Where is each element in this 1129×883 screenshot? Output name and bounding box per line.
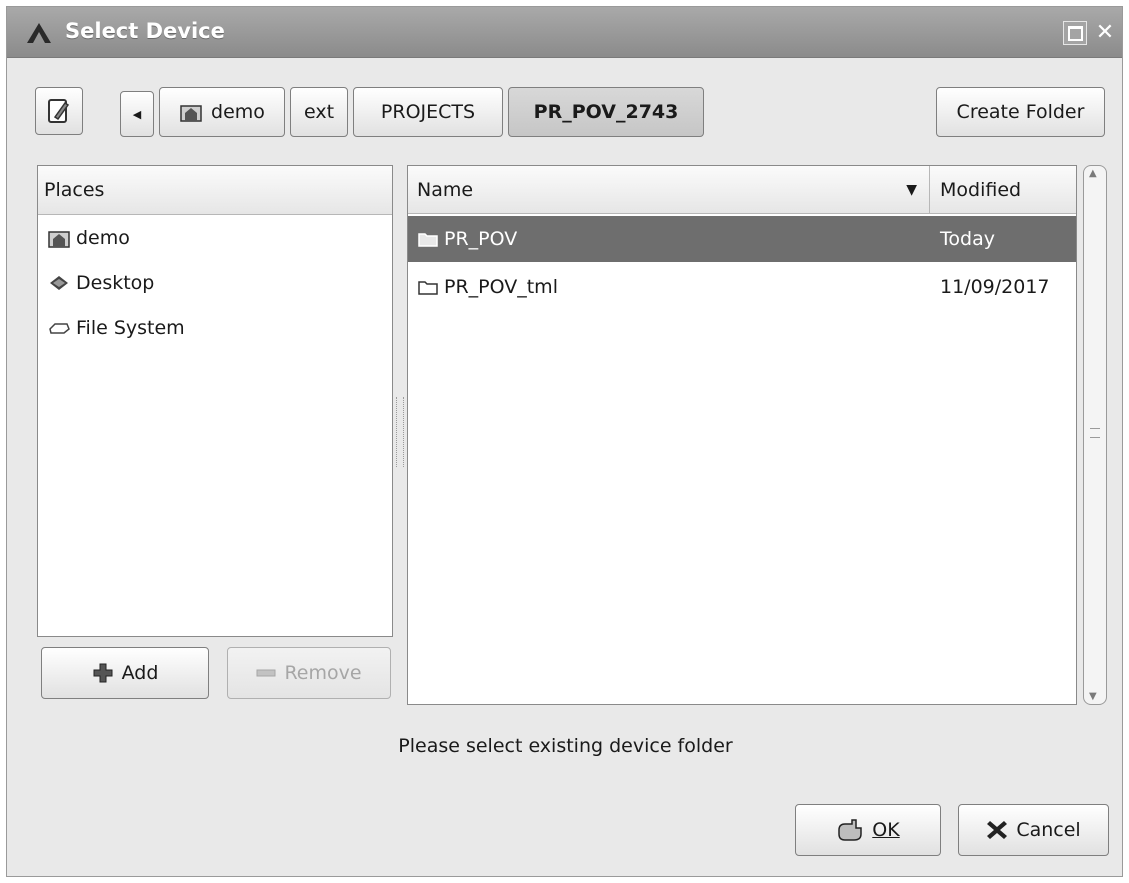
place-item-demo[interactable]: demo bbox=[48, 218, 130, 258]
breadcrumb-label: demo bbox=[211, 101, 265, 123]
status-message: Please select existing device folder bbox=[398, 735, 733, 757]
desktop-icon bbox=[48, 272, 70, 294]
column-header-modified[interactable]: Modified bbox=[930, 166, 1076, 214]
cancel-button[interactable]: Cancel bbox=[958, 804, 1109, 856]
scroll-grip-icon bbox=[1090, 428, 1100, 438]
drive-icon bbox=[48, 317, 70, 339]
breadcrumb-label: ext bbox=[303, 101, 335, 123]
edit-location-button[interactable] bbox=[35, 87, 83, 135]
place-label: File System bbox=[76, 317, 185, 339]
scroll-up-icon[interactable]: ▲ bbox=[1089, 168, 1097, 179]
ok-hand-icon bbox=[836, 818, 864, 842]
pencil-icon bbox=[48, 99, 70, 123]
maximize-button[interactable] bbox=[1063, 21, 1087, 45]
breadcrumb-back-button[interactable]: ◀ bbox=[120, 91, 154, 137]
sort-descending-icon: ▼ bbox=[906, 181, 917, 198]
column-name-label: Name bbox=[417, 178, 474, 201]
cancel-x-icon bbox=[986, 819, 1008, 841]
add-icon bbox=[92, 662, 114, 684]
place-item-desktop[interactable]: Desktop bbox=[48, 263, 154, 303]
breadcrumb-label: PROJECTS bbox=[380, 101, 476, 123]
folder-icon bbox=[418, 231, 438, 247]
folder-icon bbox=[418, 279, 438, 295]
close-icon: ✕ bbox=[1095, 20, 1115, 45]
pane-splitter[interactable] bbox=[396, 397, 404, 467]
create-folder-label: Create Folder bbox=[956, 101, 1085, 123]
add-label: Add bbox=[121, 662, 159, 684]
app-logo-icon bbox=[25, 21, 55, 49]
add-place-button[interactable]: Add bbox=[41, 647, 209, 699]
cancel-label: Cancel bbox=[1016, 819, 1081, 841]
file-list-scrollbar[interactable]: ▲ ▼ bbox=[1083, 165, 1107, 705]
select-device-dialog: Select Device ✕ ◀ demo ext PROJECTS PR_P… bbox=[6, 6, 1123, 877]
window-title: Select Device bbox=[65, 19, 225, 43]
file-name: PR_POV_tml bbox=[444, 276, 558, 298]
breadcrumb-pr-pov-2743[interactable]: PR_POV_2743 bbox=[508, 87, 704, 137]
remove-place-button[interactable]: Remove bbox=[227, 647, 391, 699]
file-row-pr-pov-tml[interactable]: PR_POV_tml 11/09/2017 bbox=[408, 264, 1076, 310]
places-panel: Places demo Desktop File System bbox=[37, 165, 393, 637]
place-item-file-system[interactable]: File System bbox=[48, 308, 185, 348]
home-folder-icon bbox=[179, 101, 203, 123]
column-modified-label: Modified bbox=[940, 178, 1022, 201]
file-list-panel: Name ▼ Modified PR_POV Today PR_POV_tml … bbox=[407, 165, 1077, 705]
place-label: demo bbox=[76, 227, 130, 249]
breadcrumb-demo[interactable]: demo bbox=[159, 87, 285, 137]
ok-button[interactable]: OK bbox=[795, 804, 941, 856]
places-header[interactable]: Places bbox=[38, 166, 392, 215]
maximize-icon bbox=[1067, 25, 1083, 41]
remove-icon bbox=[256, 667, 276, 679]
title-bar: Select Device ✕ bbox=[7, 7, 1122, 58]
close-button[interactable]: ✕ bbox=[1093, 21, 1117, 45]
places-header-label: Places bbox=[44, 179, 105, 201]
file-modified: Today bbox=[940, 228, 995, 250]
file-row-pr-pov[interactable]: PR_POV Today bbox=[408, 216, 1076, 262]
file-name: PR_POV bbox=[444, 228, 518, 250]
remove-label: Remove bbox=[284, 662, 362, 684]
scroll-down-icon[interactable]: ▼ bbox=[1089, 691, 1097, 702]
file-modified: 11/09/2017 bbox=[940, 276, 1050, 298]
breadcrumb-projects[interactable]: PROJECTS bbox=[353, 87, 503, 137]
column-header-name[interactable]: Name ▼ bbox=[408, 166, 930, 214]
home-folder-icon bbox=[48, 227, 70, 249]
breadcrumb-label: PR_POV_2743 bbox=[533, 101, 679, 123]
arrow-left-icon: ◀ bbox=[132, 107, 142, 121]
breadcrumb-ext[interactable]: ext bbox=[290, 87, 348, 137]
ok-label: OK bbox=[872, 819, 900, 841]
place-label: Desktop bbox=[76, 272, 155, 294]
create-folder-button[interactable]: Create Folder bbox=[936, 87, 1105, 137]
